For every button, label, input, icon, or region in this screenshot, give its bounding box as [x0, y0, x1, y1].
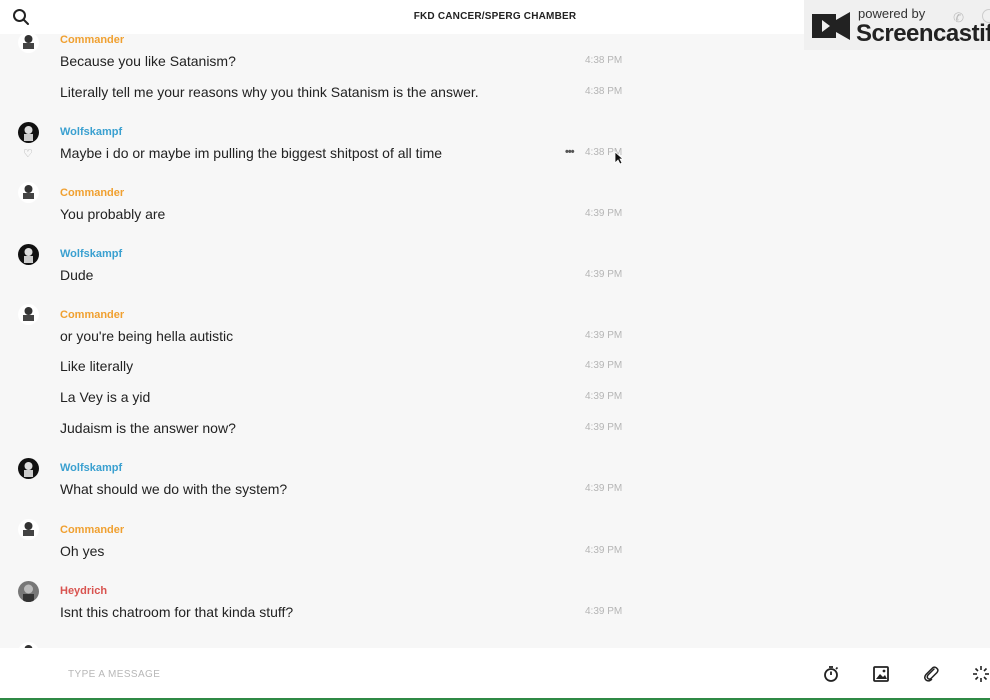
- avatar-heydrich[interactable]: [18, 581, 39, 602]
- message-time: 4:39 PM: [585, 208, 623, 219]
- message-time: 4:39 PM: [585, 330, 623, 341]
- message-text: La Vey is a yid: [60, 389, 151, 405]
- screencastify-logo-icon: [812, 12, 850, 40]
- avatar-commander: [18, 34, 39, 53]
- avatar-commander[interactable]: [18, 304, 39, 325]
- message-time: 4:39 PM: [585, 545, 623, 556]
- message-text: Maybe i do or maybe im pulling the bigge…: [60, 145, 443, 161]
- message-text: What should we do with the system?: [60, 481, 288, 497]
- message-text: Because you like Satanism?: [60, 53, 236, 69]
- timer-icon[interactable]: [822, 665, 840, 683]
- message-list: Commander Because you like Satanism? 4:3…: [0, 34, 640, 648]
- screencastify-brand: Screencastify: [856, 20, 990, 47]
- avatar-wolfskampf[interactable]: [18, 122, 39, 143]
- message-time: 4:38 PM: [585, 86, 623, 97]
- message-text: or you're being hella autistic: [60, 328, 234, 344]
- message-time: 4:39 PM: [585, 606, 623, 617]
- message-time: 4:39 PM: [585, 422, 623, 433]
- phone-icon[interactable]: ✆: [953, 10, 964, 26]
- message-time: 4:39 PM: [585, 269, 623, 280]
- avatar-wolfskampf[interactable]: [18, 458, 39, 479]
- more-options-icon[interactable]: •••: [565, 146, 575, 158]
- message-composer: TYPE A MESSAGE: [0, 648, 990, 700]
- message-text: Oh yes: [60, 543, 105, 559]
- message-time: 4:39 PM: [585, 391, 623, 402]
- avatar-wolfskampf[interactable]: [18, 244, 39, 265]
- message-author[interactable]: Commander: [60, 187, 124, 199]
- attachment-icon[interactable]: [922, 665, 940, 683]
- message-author[interactable]: Commander: [60, 309, 124, 321]
- message-input[interactable]: TYPE A MESSAGE: [68, 669, 160, 680]
- sparkle-icon[interactable]: [972, 665, 990, 683]
- message-text: Dude: [60, 267, 94, 283]
- message-author[interactable]: Heydrich: [60, 585, 107, 597]
- message-text: Isnt this chatroom for that kinda stuff?: [60, 604, 294, 620]
- message-time: 4:39 PM: [585, 483, 623, 494]
- mouse-cursor-icon: [614, 151, 624, 165]
- message-text: Literally tell me your reasons why you t…: [60, 84, 479, 100]
- message-time: 4:39 PM: [585, 360, 623, 371]
- heart-icon[interactable]: ♡: [23, 147, 33, 160]
- message-author[interactable]: Wolfskampf: [60, 126, 122, 138]
- message-time: 4:38 PM: [585, 55, 623, 66]
- info-icon[interactable]: [982, 9, 990, 23]
- message-author[interactable]: Commander: [60, 524, 124, 536]
- image-icon[interactable]: [872, 665, 890, 683]
- powered-by-label: powered by: [858, 6, 926, 21]
- message-text: Like literally: [60, 358, 134, 374]
- avatar-commander[interactable]: [18, 519, 39, 540]
- message-author[interactable]: Commander: [60, 34, 124, 46]
- message-author[interactable]: Wolfskampf: [60, 248, 122, 260]
- message-text: You probably are: [60, 206, 166, 222]
- avatar-commander[interactable]: [18, 182, 39, 203]
- message-text: Judaism is the answer now?: [60, 420, 236, 436]
- message-author[interactable]: Wolfskampf: [60, 462, 122, 474]
